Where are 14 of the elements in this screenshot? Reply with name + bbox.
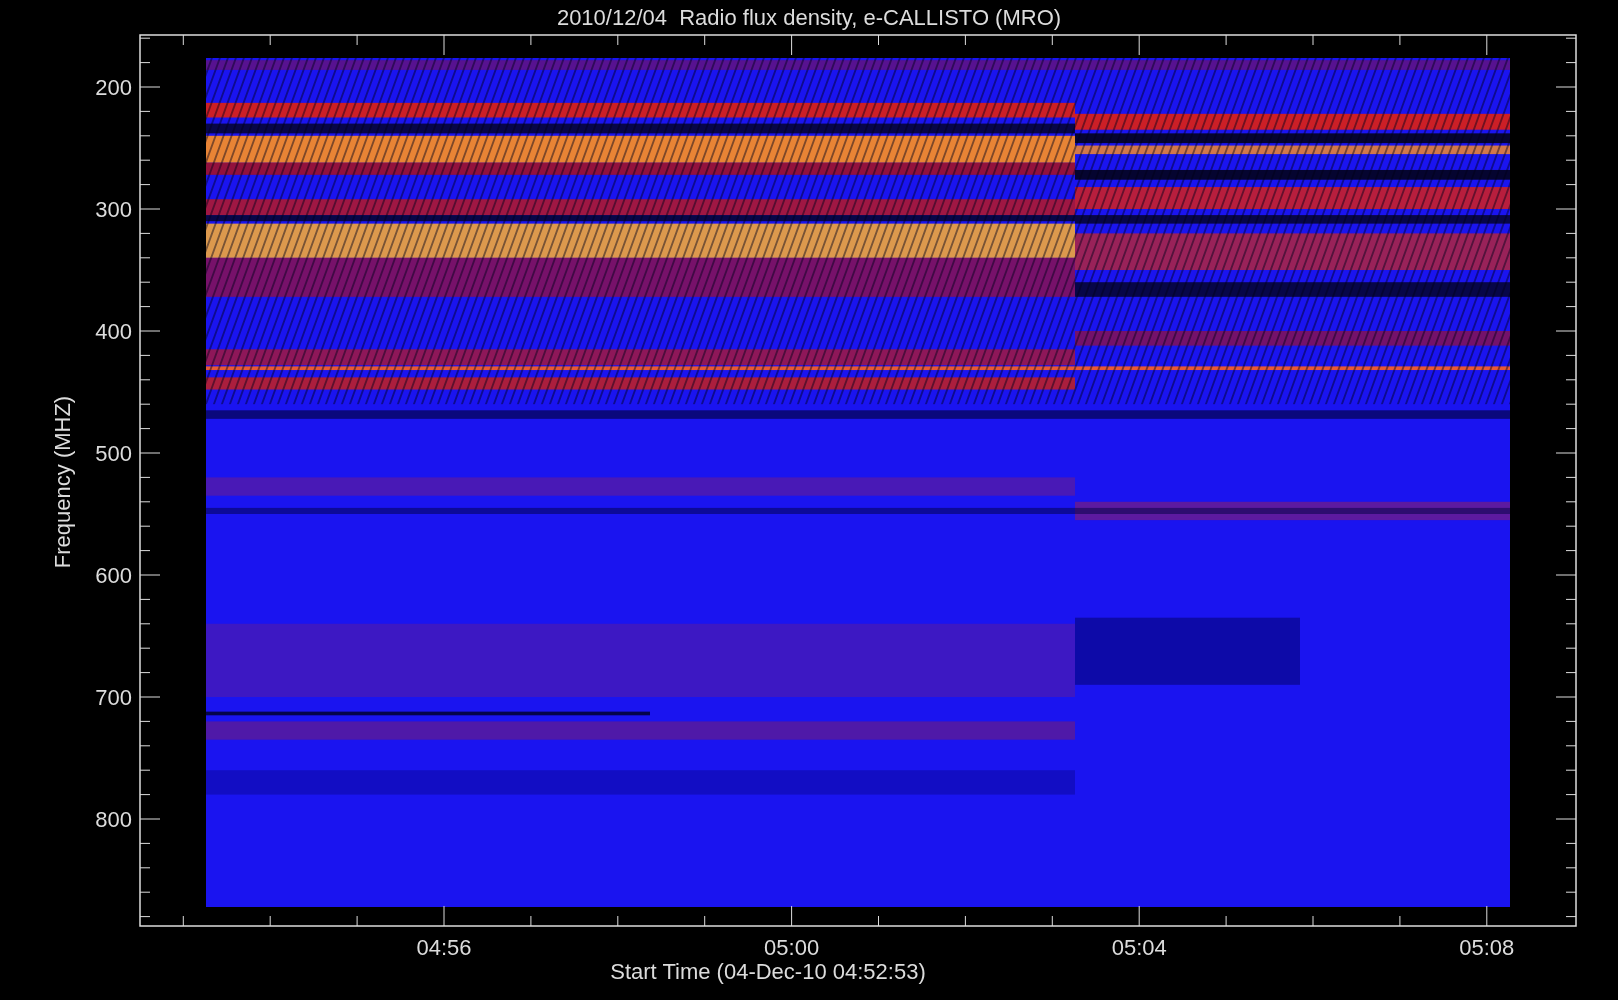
x-tick-label: 05:08 [1459, 935, 1515, 960]
y-tick-label: 600 [95, 563, 132, 588]
x-tick-label: 05:04 [1111, 935, 1167, 960]
y-tick-label: 500 [95, 441, 132, 466]
y-tick-label: 400 [95, 319, 132, 344]
x-axis-title: Start Time (04-Dec-10 04:52:53) [610, 959, 926, 984]
x-tick-label: 04:56 [416, 935, 472, 960]
y-tick-label: 800 [95, 807, 132, 832]
y-tick-label: 200 [95, 75, 132, 100]
y-axis-title: Frequency (MHZ) [50, 395, 75, 569]
y-tick-label: 300 [95, 197, 132, 222]
chart-title: 2010/12/04 Radio flux density, e-CALLISTO (MRO) [556, 5, 1062, 30]
y-tick-label: 700 [95, 685, 132, 710]
x-tick-label: 05:00 [764, 935, 820, 960]
